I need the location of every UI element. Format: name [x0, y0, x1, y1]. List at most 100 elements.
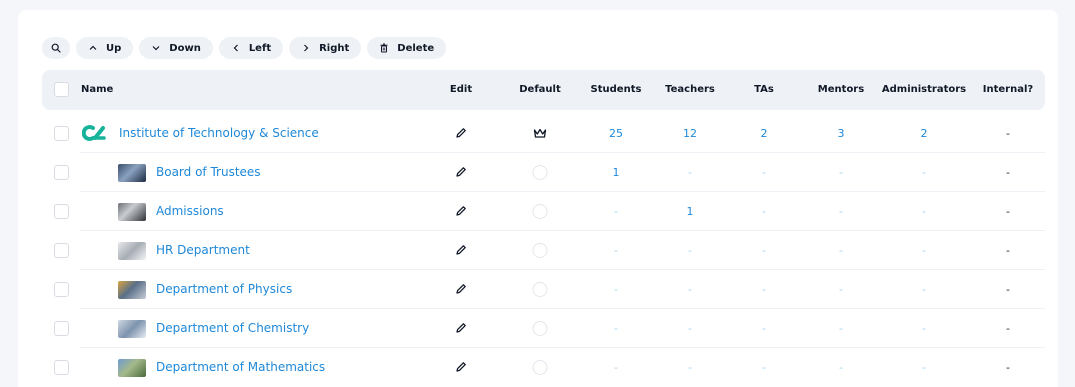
- row-name-link[interactable]: HR Department: [156, 231, 250, 270]
- internal-value: -: [1006, 322, 1010, 335]
- internal-value: -: [1006, 166, 1010, 179]
- admissions-thumbnail: [118, 203, 146, 221]
- row-checkbox[interactable]: [54, 282, 69, 297]
- column-header-edit: Edit: [449, 84, 473, 95]
- physics-thumbnail: [118, 281, 146, 299]
- tas-count[interactable]: -: [762, 270, 766, 309]
- table-row: Admissions - 1 - - - -: [42, 192, 1045, 231]
- tas-count[interactable]: -: [762, 153, 766, 192]
- move-down-button[interactable]: Down: [139, 37, 213, 59]
- default-radio[interactable]: [532, 321, 548, 336]
- students-count[interactable]: -: [614, 348, 618, 387]
- column-header-internal: Internal?: [982, 84, 1034, 95]
- students-count[interactable]: 25: [609, 114, 623, 153]
- column-header-mentors: Mentors: [817, 84, 865, 95]
- move-down-label: Down: [169, 42, 201, 54]
- students-count[interactable]: 1: [613, 153, 620, 192]
- row-name-link[interactable]: Institute of Technology & Science: [119, 114, 319, 153]
- administrators-count[interactable]: -: [922, 231, 926, 270]
- mentors-count[interactable]: -: [839, 192, 843, 231]
- mentors-count[interactable]: -: [839, 309, 843, 348]
- students-count[interactable]: -: [614, 270, 618, 309]
- pencil-icon[interactable]: [455, 361, 467, 373]
- row-checkbox[interactable]: [54, 126, 69, 141]
- move-up-label: Up: [106, 42, 122, 54]
- tas-count[interactable]: -: [762, 348, 766, 387]
- administrators-count[interactable]: 2: [921, 114, 928, 153]
- teachers-count[interactable]: -: [688, 309, 692, 348]
- column-header-administrators: Administrators: [881, 84, 967, 95]
- crown-icon[interactable]: [533, 126, 548, 140]
- teachers-count[interactable]: -: [688, 153, 692, 192]
- teachers-count[interactable]: 12: [683, 114, 697, 153]
- administrators-count[interactable]: -: [922, 153, 926, 192]
- column-header-students: Students: [590, 84, 642, 95]
- students-count[interactable]: -: [614, 309, 618, 348]
- internal-value: -: [1006, 283, 1010, 296]
- tas-count[interactable]: 2: [761, 114, 768, 153]
- students-count[interactable]: -: [614, 231, 618, 270]
- delete-button[interactable]: Delete: [367, 37, 447, 59]
- internal-value: -: [1006, 244, 1010, 257]
- row-name-link[interactable]: Department of Mathematics: [156, 348, 325, 387]
- teachers-count[interactable]: -: [688, 348, 692, 387]
- toolbar: Up Down Left Right Delete: [42, 36, 447, 60]
- move-left-label: Left: [248, 42, 272, 54]
- mentors-count[interactable]: -: [839, 270, 843, 309]
- administrators-count[interactable]: -: [922, 348, 926, 387]
- administrators-count[interactable]: -: [922, 192, 926, 231]
- administrators-count[interactable]: -: [922, 270, 926, 309]
- move-up-button[interactable]: Up: [76, 37, 134, 59]
- board-of-trustees-thumbnail: [118, 164, 146, 182]
- row-checkbox[interactable]: [54, 360, 69, 375]
- mathematics-thumbnail: [118, 359, 146, 377]
- tas-count[interactable]: -: [762, 192, 766, 231]
- row-checkbox[interactable]: [54, 165, 69, 180]
- pencil-icon[interactable]: [455, 205, 467, 217]
- chevron-right-icon: [304, 44, 309, 52]
- table-row: Institute of Technology & Science 25 12 …: [42, 114, 1045, 153]
- table-row: Department of Chemistry - - - - - -: [42, 309, 1045, 348]
- select-all-checkbox[interactable]: [54, 82, 69, 97]
- row-checkbox[interactable]: [54, 321, 69, 336]
- row-name-link[interactable]: Department of Physics: [156, 270, 292, 309]
- administrators-count[interactable]: -: [922, 309, 926, 348]
- default-radio[interactable]: [532, 204, 548, 219]
- pencil-icon[interactable]: [455, 127, 467, 139]
- column-header-teachers: Teachers: [665, 84, 715, 95]
- internal-value: -: [1006, 361, 1010, 374]
- default-radio[interactable]: [532, 165, 548, 180]
- mentors-count[interactable]: 3: [838, 114, 845, 153]
- pencil-icon[interactable]: [455, 322, 467, 334]
- teachers-count[interactable]: 1: [687, 192, 694, 231]
- row-name-link[interactable]: Department of Chemistry: [156, 309, 309, 348]
- teachers-count[interactable]: -: [688, 270, 692, 309]
- mentors-count[interactable]: -: [839, 231, 843, 270]
- mentors-count[interactable]: -: [839, 153, 843, 192]
- default-radio[interactable]: [532, 360, 548, 375]
- move-left-button[interactable]: Left: [218, 37, 284, 59]
- search-button[interactable]: [42, 37, 70, 59]
- internal-value: -: [1006, 205, 1010, 218]
- column-header-default: Default: [519, 84, 561, 95]
- column-header-name[interactable]: Name: [81, 70, 113, 110]
- pencil-icon[interactable]: [455, 244, 467, 256]
- students-count[interactable]: -: [614, 192, 618, 231]
- row-checkbox[interactable]: [54, 204, 69, 219]
- pencil-icon[interactable]: [455, 283, 467, 295]
- teachers-count[interactable]: -: [688, 231, 692, 270]
- default-radio[interactable]: [532, 282, 548, 297]
- column-header-tas: TAs: [754, 84, 774, 95]
- default-radio[interactable]: [532, 243, 548, 258]
- tas-count[interactable]: -: [762, 309, 766, 348]
- row-checkbox[interactable]: [54, 243, 69, 258]
- move-right-button[interactable]: Right: [289, 37, 362, 59]
- row-name-link[interactable]: Board of Trustees: [156, 153, 261, 192]
- table-row: Board of Trustees 1 - - - - -: [42, 153, 1045, 192]
- row-name-link[interactable]: Admissions: [156, 192, 224, 231]
- pencil-icon[interactable]: [455, 166, 467, 178]
- mentors-count[interactable]: -: [839, 348, 843, 387]
- tas-count[interactable]: -: [762, 231, 766, 270]
- institute-logo-icon: [82, 125, 106, 141]
- chevron-left-icon: [233, 44, 238, 52]
